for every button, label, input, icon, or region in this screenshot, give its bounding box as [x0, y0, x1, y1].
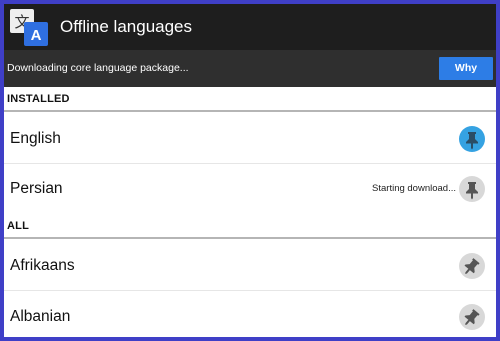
language-row-afrikaans[interactable]: Afrikaans — [4, 241, 496, 291]
download-banner: Downloading core language package... Why — [4, 50, 496, 87]
pin-icon[interactable] — [459, 126, 485, 152]
app-bar: 文 A Offline languages — [4, 4, 496, 50]
download-status: Starting download... — [372, 183, 456, 194]
section-label: ALL — [7, 220, 29, 232]
why-button[interactable]: Why — [439, 57, 493, 80]
page-title: Offline languages — [60, 17, 193, 36]
section-label: INSTALLED — [7, 93, 70, 105]
app-screen: 文 A Offline languages Downloading core l… — [4, 4, 496, 337]
banner-message: Downloading core language package... — [7, 62, 189, 74]
language-name: Persian — [10, 180, 63, 197]
pin-icon[interactable] — [459, 253, 485, 279]
language-name: English — [10, 130, 61, 147]
language-row-english[interactable]: English — [4, 114, 496, 164]
pin-icon[interactable] — [459, 176, 485, 202]
pin-icon[interactable] — [459, 304, 485, 330]
translate-icon[interactable]: 文 A — [8, 7, 50, 47]
section-header-all: ALL — [4, 215, 496, 239]
language-name: Afrikaans — [10, 257, 75, 274]
language-row-albanian[interactable]: Albanian — [4, 292, 496, 337]
section-header-installed: INSTALLED — [4, 88, 496, 112]
language-row-persian[interactable]: Persian Starting download... — [4, 164, 496, 214]
svg-text:A: A — [31, 27, 42, 44]
language-name: Albanian — [10, 308, 71, 325]
